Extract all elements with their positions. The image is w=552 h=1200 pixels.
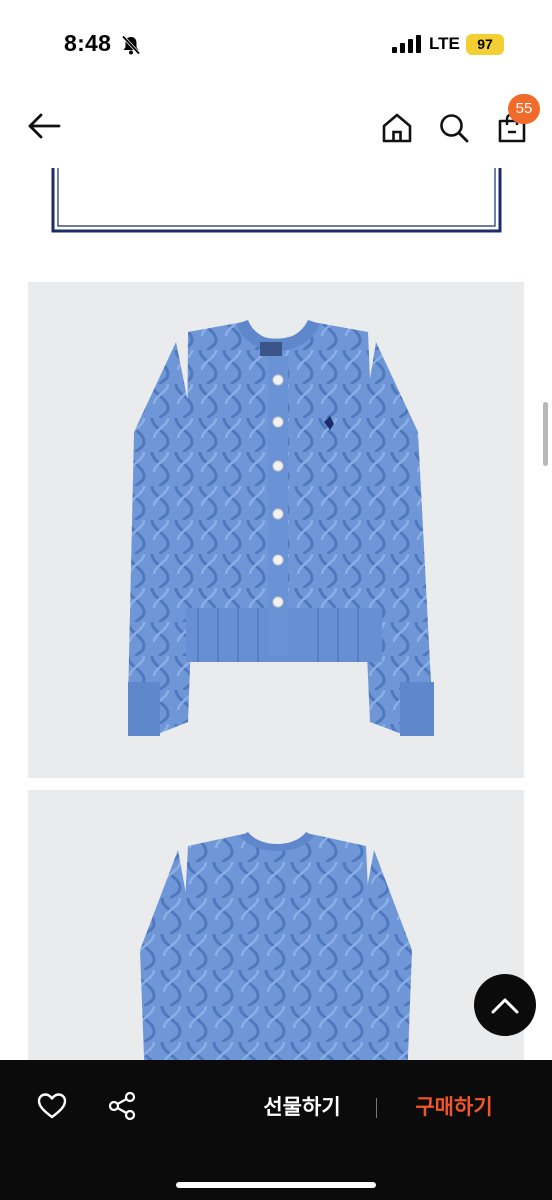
buy-button[interactable]: 구매하기 bbox=[400, 1092, 508, 1124]
scroll-to-top-button[interactable] bbox=[474, 974, 536, 1036]
cart-count-badge: 55 bbox=[508, 94, 540, 124]
gift-button[interactable]: 선물하기 bbox=[248, 1092, 356, 1124]
network-label: LTE bbox=[429, 34, 460, 53]
bell-slash-icon bbox=[121, 35, 141, 55]
home-indicator bbox=[176, 1182, 376, 1188]
home-icon bbox=[382, 113, 412, 143]
scroll-indicator[interactable] bbox=[543, 402, 548, 466]
status-time: 8:48 bbox=[64, 30, 112, 56]
product-image-front[interactable] bbox=[28, 282, 524, 778]
heart-icon bbox=[37, 1093, 67, 1119]
product-detail-screen: 8:48 LTE 97 55 선물하기 구매하기 bbox=[0, 0, 552, 1200]
cardigan-front-photo bbox=[128, 320, 434, 736]
search-icon bbox=[440, 114, 469, 143]
decorative-frame bbox=[51, 168, 502, 233]
signal-icon bbox=[392, 35, 421, 53]
status-bar: 8:48 LTE 97 bbox=[0, 0, 552, 90]
share-icon bbox=[108, 1091, 136, 1121]
back-button[interactable] bbox=[24, 110, 64, 142]
home-button[interactable] bbox=[380, 112, 414, 144]
share-button[interactable] bbox=[106, 1090, 138, 1122]
button-divider bbox=[376, 1098, 377, 1118]
bottom-action-bar: 선물하기 구매하기 bbox=[0, 1060, 552, 1200]
like-button[interactable] bbox=[36, 1090, 68, 1122]
chevron-up-icon bbox=[491, 998, 519, 1014]
battery-indicator: 97 bbox=[466, 34, 504, 55]
back-arrow-icon bbox=[28, 113, 61, 139]
search-button[interactable] bbox=[438, 112, 470, 144]
